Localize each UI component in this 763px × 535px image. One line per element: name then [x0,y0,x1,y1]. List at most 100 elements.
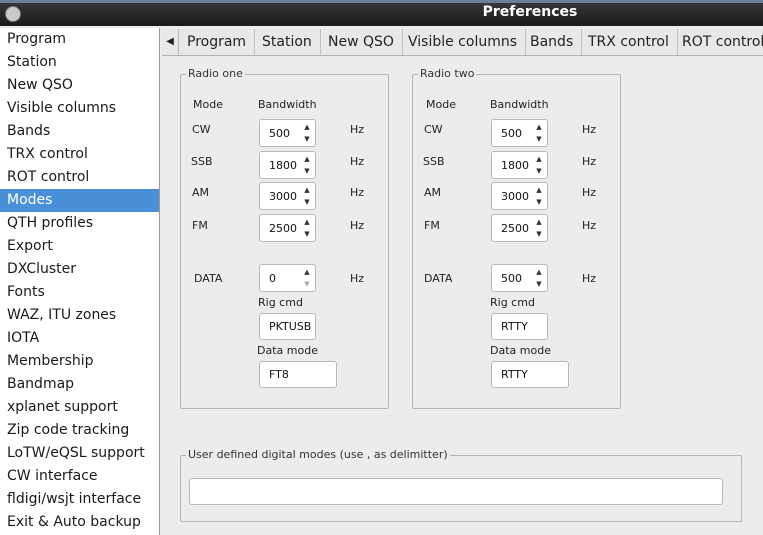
radio-two-cw-unit: Hz [582,123,597,136]
radio-two-mode-header: Mode [426,98,456,111]
radio-one-fm-bandwidth-spinbox[interactable]: 2500 ▲ ▼ [259,214,316,242]
radio-one-mode-header: Mode [193,98,223,111]
spin-up-icon[interactable]: ▲ [533,153,545,165]
radio-one-mode-cw: CW [192,123,211,136]
spin-value: 3000 [269,190,297,203]
spin-value: 0 [269,272,276,285]
radio-two-bandwidth-header: Bandwidth [490,98,549,111]
tab-visible-columns[interactable]: Visible columns [400,29,527,55]
sidebar-item-zip-code-tracking[interactable]: Zip code tracking [0,419,159,442]
sidebar-item-bandmap[interactable]: Bandmap [0,373,159,396]
radio-one-bandwidth-header: Bandwidth [258,98,317,111]
spin-up-icon[interactable]: ▲ [301,184,313,196]
spin-up-icon[interactable]: ▲ [301,121,313,133]
sidebar-item-visible-columns[interactable]: Visible columns [0,97,159,120]
sidebar-item-trx-control[interactable]: TRX control [0,143,159,166]
sidebar-item-lotw-eqsl-support[interactable]: LoTW/eQSL support [0,442,159,465]
sidebar-item-membership[interactable]: Membership [0,350,159,373]
tab-trx-control[interactable]: TRX control [580,29,678,55]
sidebar-item-waz-itu-zones[interactable]: WAZ, ITU zones [0,304,159,327]
user-defined-modes-title: User defined digital modes (use , as del… [186,448,450,461]
radio-two-fm-bandwidth-spinbox[interactable]: 2500 ▲ ▼ [491,214,548,242]
spin-up-icon[interactable]: ▲ [533,121,545,133]
radio-one-fm-unit: Hz [350,219,365,232]
sidebar-item-rot-control[interactable]: ROT control [0,166,159,189]
spin-down-icon[interactable]: ▼ [533,228,545,240]
tab-station[interactable]: Station [254,29,321,55]
radio-two-ssb-unit: Hz [582,155,597,168]
radio-one-cw-bandwidth-spinbox[interactable]: 500 ▲ ▼ [259,119,316,147]
radio-one-data-bandwidth-spinbox[interactable]: 0 ▲ ▼ [259,264,316,292]
sidebar-item-bands[interactable]: Bands [0,120,159,143]
radio-two-mode-fm: FM [424,219,440,232]
window-title: Preferences [482,4,578,20]
radio-two-data-unit: Hz [582,272,597,285]
sidebar-item-iota[interactable]: IOTA [0,327,159,350]
radio-one-data-mode-label: Data mode [257,344,318,357]
sidebar-item-cw-interface[interactable]: CW interface [0,465,159,488]
spin-down-icon[interactable]: ▼ [533,196,545,208]
tab-new-qso[interactable]: New QSO [320,29,403,55]
sidebar-item-export[interactable]: Export [0,235,159,258]
radio-one-rig-cmd-field[interactable]: PKTUSB [259,313,316,340]
spin-down-icon[interactable]: ▼ [301,228,313,240]
sidebar-item-station[interactable]: Station [0,51,159,74]
radio-one-rig-cmd-label: Rig cmd [258,296,303,309]
modes-page: Radio one Mode Bandwidth CW 500 ▲ ▼ Hz S… [162,56,763,535]
spin-down-icon[interactable]: ▼ [533,133,545,145]
radio-one-am-unit: Hz [350,186,365,199]
tab-rot-control[interactable]: ROT control [674,29,763,55]
radio-two-title: Radio two [418,67,477,80]
radio-one-data-mode-field[interactable]: FT8 [259,361,337,388]
sidebar-item-qth-profiles[interactable]: QTH profiles [0,212,159,235]
spin-value: 3000 [501,190,529,203]
spin-down-icon[interactable]: ▼ [301,133,313,145]
radio-two-am-unit: Hz [582,186,597,199]
spin-up-icon[interactable]: ▲ [533,184,545,196]
sidebar-item-fonts[interactable]: Fonts [0,281,159,304]
sidebar-item-program[interactable]: Program [0,28,159,51]
radio-one-ssb-bandwidth-spinbox[interactable]: 1800 ▲ ▼ [259,151,316,179]
radio-two-cw-bandwidth-spinbox[interactable]: 500 ▲ ▼ [491,119,548,147]
radio-one-data-unit: Hz [350,272,365,285]
spin-up-icon[interactable]: ▲ [301,153,313,165]
tab-bands[interactable]: Bands [522,29,583,55]
app-icon[interactable] [5,6,21,22]
radio-two-am-bandwidth-spinbox[interactable]: 3000 ▲ ▼ [491,182,548,210]
spin-value: 500 [501,127,522,140]
radio-two-mode-am: AM [424,186,442,199]
spin-value: 2500 [269,222,297,235]
sidebar-item-new-qso[interactable]: New QSO [0,74,159,97]
radio-two-rig-cmd-field[interactable]: RTTY [491,313,548,340]
field-value: FT8 [269,368,289,381]
sidebar-item-fldigi-wsjt-interface[interactable]: fldigi/wsjt interface [0,488,159,511]
preferences-sidebar: Program Station New QSO Visible columns Band… [0,28,160,535]
spin-value: 1800 [501,159,529,172]
radio-one-am-bandwidth-spinbox[interactable]: 3000 ▲ ▼ [259,182,316,210]
spin-up-icon[interactable]: ▲ [301,216,313,228]
spin-up-icon[interactable]: ▲ [533,266,545,278]
sidebar-item-dxcluster[interactable]: DXCluster [0,258,159,281]
spin-down-icon[interactable]: ▼ [301,278,313,290]
spin-down-icon[interactable]: ▼ [301,196,313,208]
user-defined-modes-input[interactable] [189,478,723,505]
triangle-left-icon[interactable]: ◀ [162,29,179,55]
spin-down-icon[interactable]: ▼ [533,165,545,177]
radio-two-data-bandwidth-spinbox[interactable]: 500 ▲ ▼ [491,264,548,292]
spin-value: 500 [269,127,290,140]
radio-one-cw-unit: Hz [350,123,365,136]
radio-two-ssb-bandwidth-spinbox[interactable]: 1800 ▲ ▼ [491,151,548,179]
field-value: PKTUSB [269,320,312,333]
radio-two-data-mode-field[interactable]: RTTY [491,361,569,388]
spin-up-icon[interactable]: ▲ [301,266,313,278]
tab-program[interactable]: Program [179,29,256,55]
radio-two-mode-cw: CW [424,123,443,136]
spin-up-icon[interactable]: ▲ [533,216,545,228]
spin-down-icon[interactable]: ▼ [533,278,545,290]
sidebar-item-xplanet-support[interactable]: xplanet support [0,396,159,419]
sidebar-item-exit-auto-backup[interactable]: Exit & Auto backup [0,511,159,534]
radio-one-ssb-unit: Hz [350,155,365,168]
spin-down-icon[interactable]: ▼ [301,165,313,177]
spin-value: 2500 [501,222,529,235]
sidebar-item-modes[interactable]: Modes [0,189,159,212]
